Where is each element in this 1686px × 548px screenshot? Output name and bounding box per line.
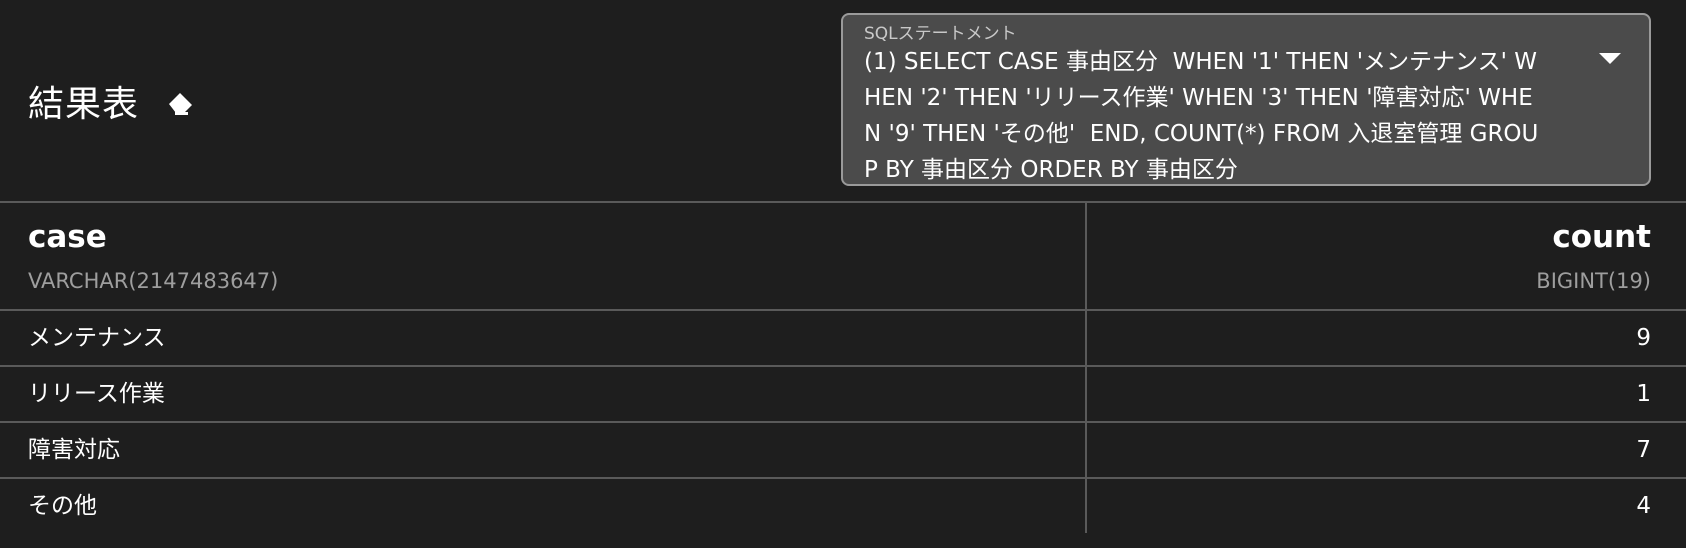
table-row: リリース作業 1 xyxy=(0,365,1686,421)
table-cell-case: リリース作業 xyxy=(0,367,1087,421)
column-type: BIGINT(19) xyxy=(1536,269,1651,293)
column-header-case: case VARCHAR(2147483647) xyxy=(0,203,1087,309)
column-name: case xyxy=(28,219,107,255)
table-cell-count: 9 xyxy=(1087,311,1686,365)
result-page: 結果表 SQLステートメント (1) SELECT CASE 事由区分 WHEN… xyxy=(0,0,1686,548)
table-row: 障害対応 7 xyxy=(0,421,1686,477)
cell-value: 4 xyxy=(1636,493,1651,519)
column-header-count: count BIGINT(19) xyxy=(1087,203,1686,309)
table-cell-case: 障害対応 xyxy=(0,423,1087,477)
table-row: メンテナンス 9 xyxy=(0,309,1686,365)
cell-value: 9 xyxy=(1636,325,1651,351)
table-cell-count: 4 xyxy=(1087,479,1686,533)
table-cell-count: 1 xyxy=(1087,367,1686,421)
result-header: 結果表 SQLステートメント (1) SELECT CASE 事由区分 WHEN… xyxy=(0,0,1686,201)
cell-value: その他 xyxy=(28,493,97,519)
page-title: 結果表 xyxy=(28,84,140,125)
cell-value: 1 xyxy=(1636,381,1651,407)
result-table: case VARCHAR(2147483647) count BIGINT(19… xyxy=(0,201,1686,533)
chevron-down-icon[interactable] xyxy=(1599,53,1621,64)
sql-statement-label: SQLステートメント xyxy=(864,24,1017,44)
sql-statement-value: (1) SELECT CASE 事由区分 WHEN '1' THEN 'メンテナ… xyxy=(864,49,1539,183)
cell-value: 障害対応 xyxy=(28,437,120,463)
table-row: その他 4 xyxy=(0,477,1686,533)
table-cell-case: その他 xyxy=(0,479,1087,533)
table-cell-count: 7 xyxy=(1087,423,1686,477)
cell-value: 7 xyxy=(1636,437,1651,463)
column-type: VARCHAR(2147483647) xyxy=(28,269,279,293)
cell-value: メンテナンス xyxy=(28,325,166,351)
eraser-icon[interactable] xyxy=(165,85,197,117)
title-area: 結果表 xyxy=(28,76,197,126)
table-header-row: case VARCHAR(2147483647) count BIGINT(19… xyxy=(0,201,1686,309)
sql-statement-select[interactable]: SQLステートメント (1) SELECT CASE 事由区分 WHEN '1'… xyxy=(841,13,1651,186)
cell-value: リリース作業 xyxy=(28,381,165,407)
eraser-icon-svg xyxy=(169,93,193,115)
table-cell-case: メンテナンス xyxy=(0,311,1087,365)
column-name: count xyxy=(1552,219,1651,255)
